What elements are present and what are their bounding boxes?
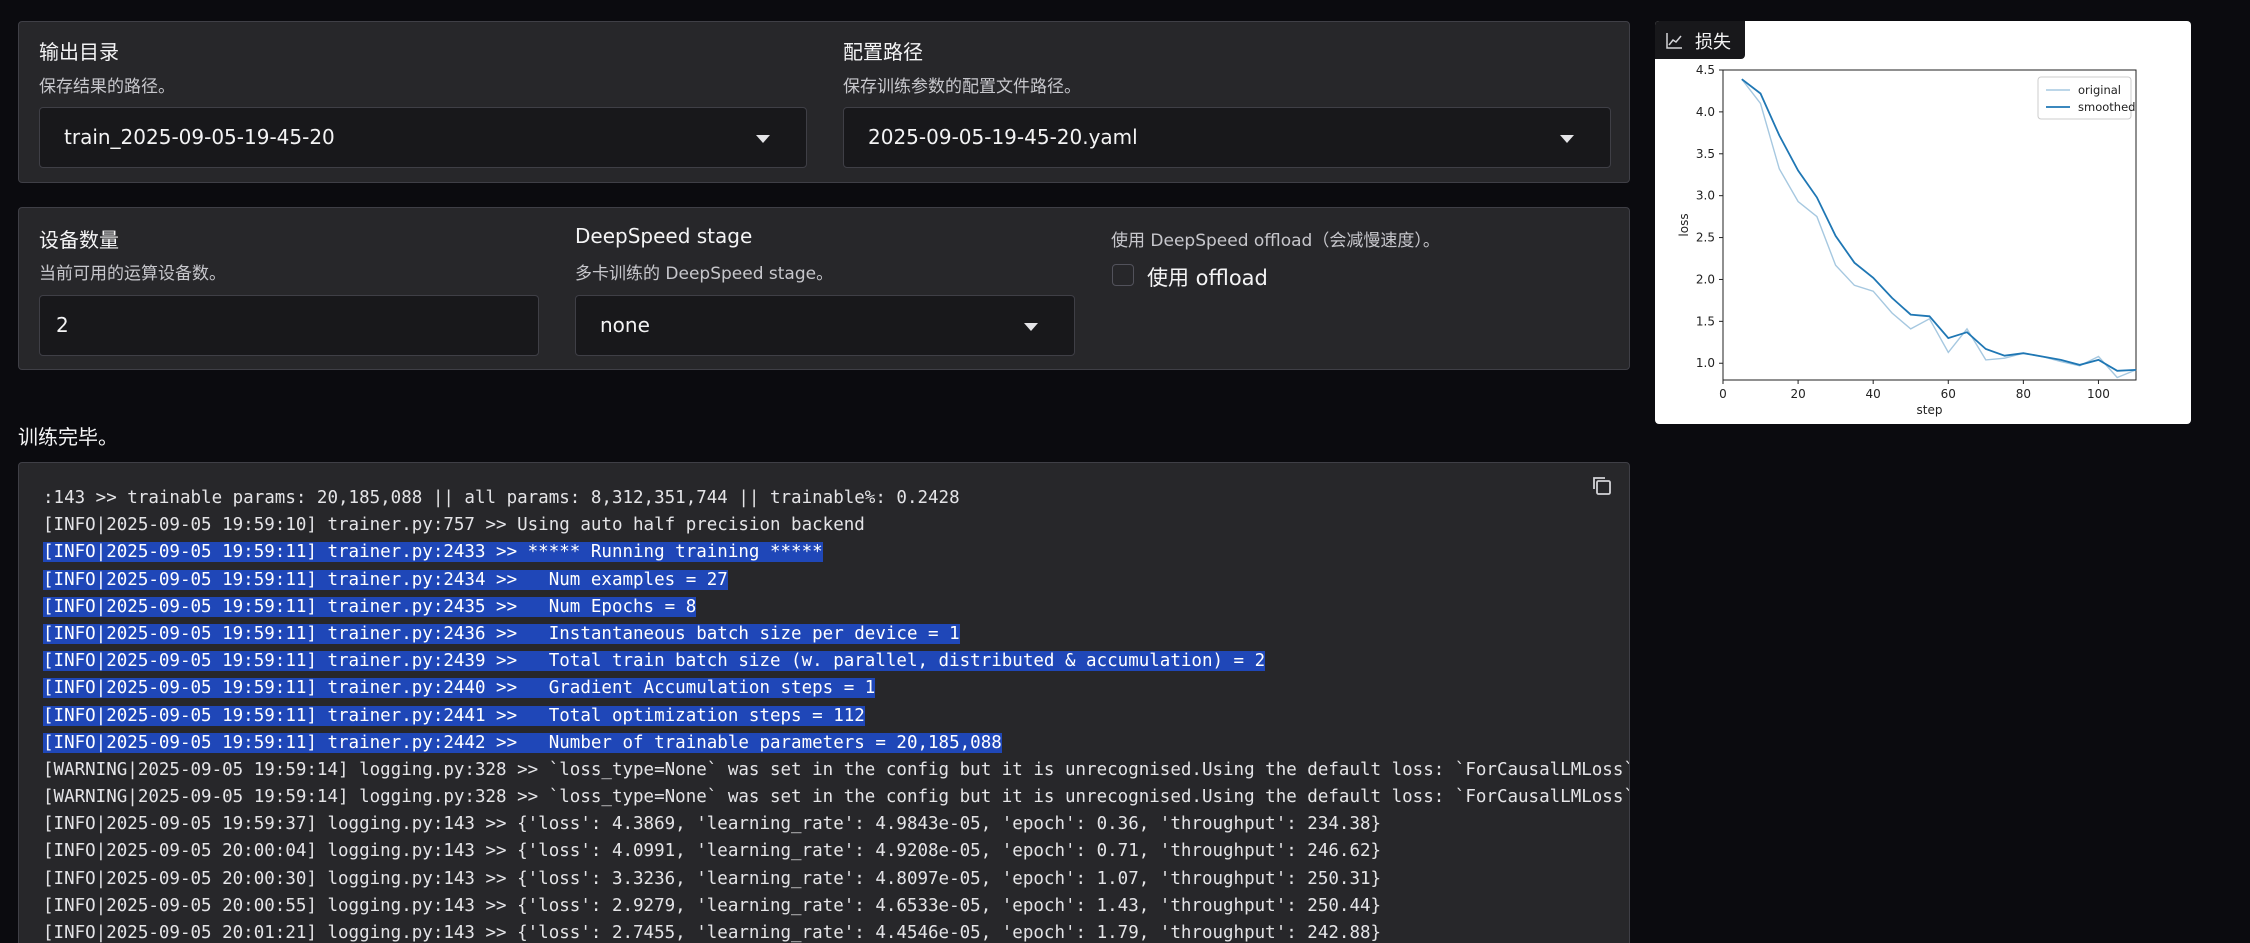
y-tick-label: 2.0	[1696, 272, 1715, 286]
log-line: [INFO|2025-09-05 20:01:21] logging.py:14…	[43, 920, 1629, 943]
x-tick-label: 100	[2087, 387, 2110, 401]
chevron-down-icon	[1024, 323, 1038, 331]
log-line-text: [INFO|2025-09-05 19:59:11] trainer.py:24…	[43, 651, 1266, 672]
log-line: [INFO|2025-09-05 19:59:11] trainer.py:24…	[43, 621, 1629, 648]
log-line-text: [INFO|2025-09-05 20:00:30] logging.py:14…	[43, 868, 1382, 889]
log-line-text: [INFO|2025-09-05 19:59:37] logging.py:14…	[43, 814, 1382, 835]
log-line-text: [INFO|2025-09-05 19:59:11] trainer.py:24…	[43, 678, 876, 699]
x-axis-label: step	[1917, 403, 1943, 417]
output-config-panel: 输出目录 保存结果的路径。 train_2025-09-05-19-45-20 …	[18, 21, 1630, 183]
ds-offload-label[interactable]: 使用 offload	[1147, 262, 1268, 292]
log-line: [WARNING|2025-09-05 19:59:14] logging.py…	[43, 757, 1630, 784]
log-line: [INFO|2025-09-05 20:00:55] logging.py:14…	[43, 893, 1629, 920]
y-tick-label: 3.5	[1696, 147, 1715, 161]
log-line: [INFO|2025-09-05 19:59:11] trainer.py:24…	[43, 730, 1629, 757]
config-path-title: 配置路径	[843, 40, 923, 64]
log-line: [INFO|2025-09-05 19:59:11] trainer.py:24…	[43, 703, 1629, 730]
log-line: :143 >> trainable params: 20,185,088 || …	[43, 485, 1629, 512]
loss-plot-label: 损失	[1695, 32, 1731, 53]
legend-label: smoothed	[2078, 100, 2135, 114]
ds-offload-info: 使用 DeepSpeed offload（会减慢速度）。	[1111, 231, 1440, 251]
log-line-text: [INFO|2025-09-05 19:59:11] trainer.py:24…	[43, 732, 1002, 753]
loss-chart: 0 20 40 60 80 100 1.0 1.5 2.0 2.5 3.0 3.5 4.0 4.5 step…	[1677, 63, 2137, 417]
loss-plot-panel: 0 20 40 60 80 100 1.0 1.5 2.0 2.5 3.0 3.5 4.0 4.5 step…	[1655, 21, 2191, 424]
y-tick-label: 1.5	[1696, 314, 1715, 328]
chevron-down-icon	[1560, 135, 1574, 143]
log-line: [INFO|2025-09-05 19:59:11] trainer.py:24…	[43, 539, 1629, 566]
chart-icon	[1666, 33, 1682, 49]
copy-icon[interactable]	[1589, 473, 1615, 499]
log-line: [WARNING|2025-09-05 19:59:14] logging.py…	[43, 784, 1630, 811]
log-lines: :143 >> trainable params: 20,185,088 || …	[43, 485, 1630, 943]
log-line-text: [INFO|2025-09-05 20:01:21] logging.py:14…	[43, 923, 1382, 943]
log-line-text: [INFO|2025-09-05 19:59:11] trainer.py:24…	[43, 569, 728, 590]
device-count-info: 当前可用的运算设备数。	[39, 264, 226, 284]
log-line-text: [INFO|2025-09-05 19:59:11] trainer.py:24…	[43, 596, 697, 617]
log-line-text: [INFO|2025-09-05 20:00:04] logging.py:14…	[43, 841, 1382, 862]
output-dir-value: train_2025-09-05-19-45-20	[64, 125, 335, 149]
x-tick-label: 40	[1866, 387, 1881, 401]
device-count-value: 2	[56, 313, 69, 337]
device-deepspeed-panel: 设备数量 当前可用的运算设备数。 2 DeepSpeed stage 多卡训练的…	[18, 207, 1630, 370]
log-line-text: [WARNING|2025-09-05 19:59:14] logging.py…	[43, 759, 1630, 780]
output-dir-title: 输出目录	[39, 40, 119, 64]
y-tick-label: 4.5	[1696, 63, 1715, 77]
device-count-input[interactable]: 2	[39, 295, 539, 356]
device-count-title: 设备数量	[39, 228, 119, 252]
output-dir-dropdown[interactable]: train_2025-09-05-19-45-20	[39, 107, 807, 168]
ds-stage-info: 多卡训练的 DeepSpeed stage。	[575, 264, 834, 284]
log-line: [INFO|2025-09-05 20:00:30] logging.py:14…	[43, 866, 1629, 893]
y-tick-label: 3.0	[1696, 189, 1715, 203]
log-line: [INFO|2025-09-05 19:59:11] trainer.py:24…	[43, 594, 1629, 621]
y-tick-label: 2.5	[1696, 231, 1715, 245]
x-tick-label: 0	[1719, 387, 1727, 401]
y-tick-label: 4.0	[1696, 105, 1715, 119]
log-line-text: [INFO|2025-09-05 19:59:11] trainer.py:24…	[43, 623, 960, 644]
console-output[interactable]: :143 >> trainable params: 20,185,088 || …	[18, 462, 1630, 943]
config-path-value: 2025-09-05-19-45-20.yaml	[868, 125, 1138, 149]
log-line: [INFO|2025-09-05 19:59:11] trainer.py:24…	[43, 567, 1629, 594]
log-line-text: [INFO|2025-09-05 19:59:11] trainer.py:24…	[43, 705, 865, 726]
log-line: [INFO|2025-09-05 20:00:04] logging.py:14…	[43, 838, 1629, 865]
log-line: [INFO|2025-09-05 19:59:11] trainer.py:24…	[43, 648, 1629, 675]
ds-stage-value: none	[600, 313, 650, 337]
chevron-down-icon	[756, 135, 770, 143]
log-line-text: :143 >> trainable params: 20,185,088 || …	[43, 488, 960, 508]
log-line-text: [INFO|2025-09-05 20:00:55] logging.py:14…	[43, 895, 1382, 916]
ds-stage-dropdown[interactable]: none	[575, 295, 1075, 356]
legend-label: original	[2078, 83, 2121, 97]
training-status: 训练完毕。	[18, 425, 118, 449]
x-tick-label: 80	[2016, 387, 2031, 401]
output-dir-info: 保存结果的路径。	[39, 77, 175, 97]
ds-stage-title: DeepSpeed stage	[575, 224, 753, 248]
log-line: [INFO|2025-09-05 19:59:11] trainer.py:24…	[43, 675, 1629, 702]
log-line-text: [WARNING|2025-09-05 19:59:14] logging.py…	[43, 787, 1630, 808]
x-tick-label: 20	[1790, 387, 1805, 401]
log-line: [INFO|2025-09-05 19:59:37] logging.py:14…	[43, 811, 1629, 838]
config-path-info: 保存训练参数的配置文件路径。	[843, 77, 1081, 97]
ds-offload-checkbox[interactable]	[1112, 264, 1134, 286]
loss-plot-tab[interactable]: 损失	[1655, 21, 1745, 59]
y-axis-label: loss	[1677, 213, 1691, 236]
log-line-text: [INFO|2025-09-05 19:59:10] trainer.py:75…	[43, 515, 865, 536]
config-path-dropdown[interactable]: 2025-09-05-19-45-20.yaml	[843, 107, 1611, 168]
x-tick-label: 60	[1941, 387, 1956, 401]
log-line-text: [INFO|2025-09-05 19:59:11] trainer.py:24…	[43, 542, 823, 563]
y-tick-label: 1.0	[1696, 356, 1715, 370]
log-line: [INFO|2025-09-05 19:59:10] trainer.py:75…	[43, 512, 1629, 539]
